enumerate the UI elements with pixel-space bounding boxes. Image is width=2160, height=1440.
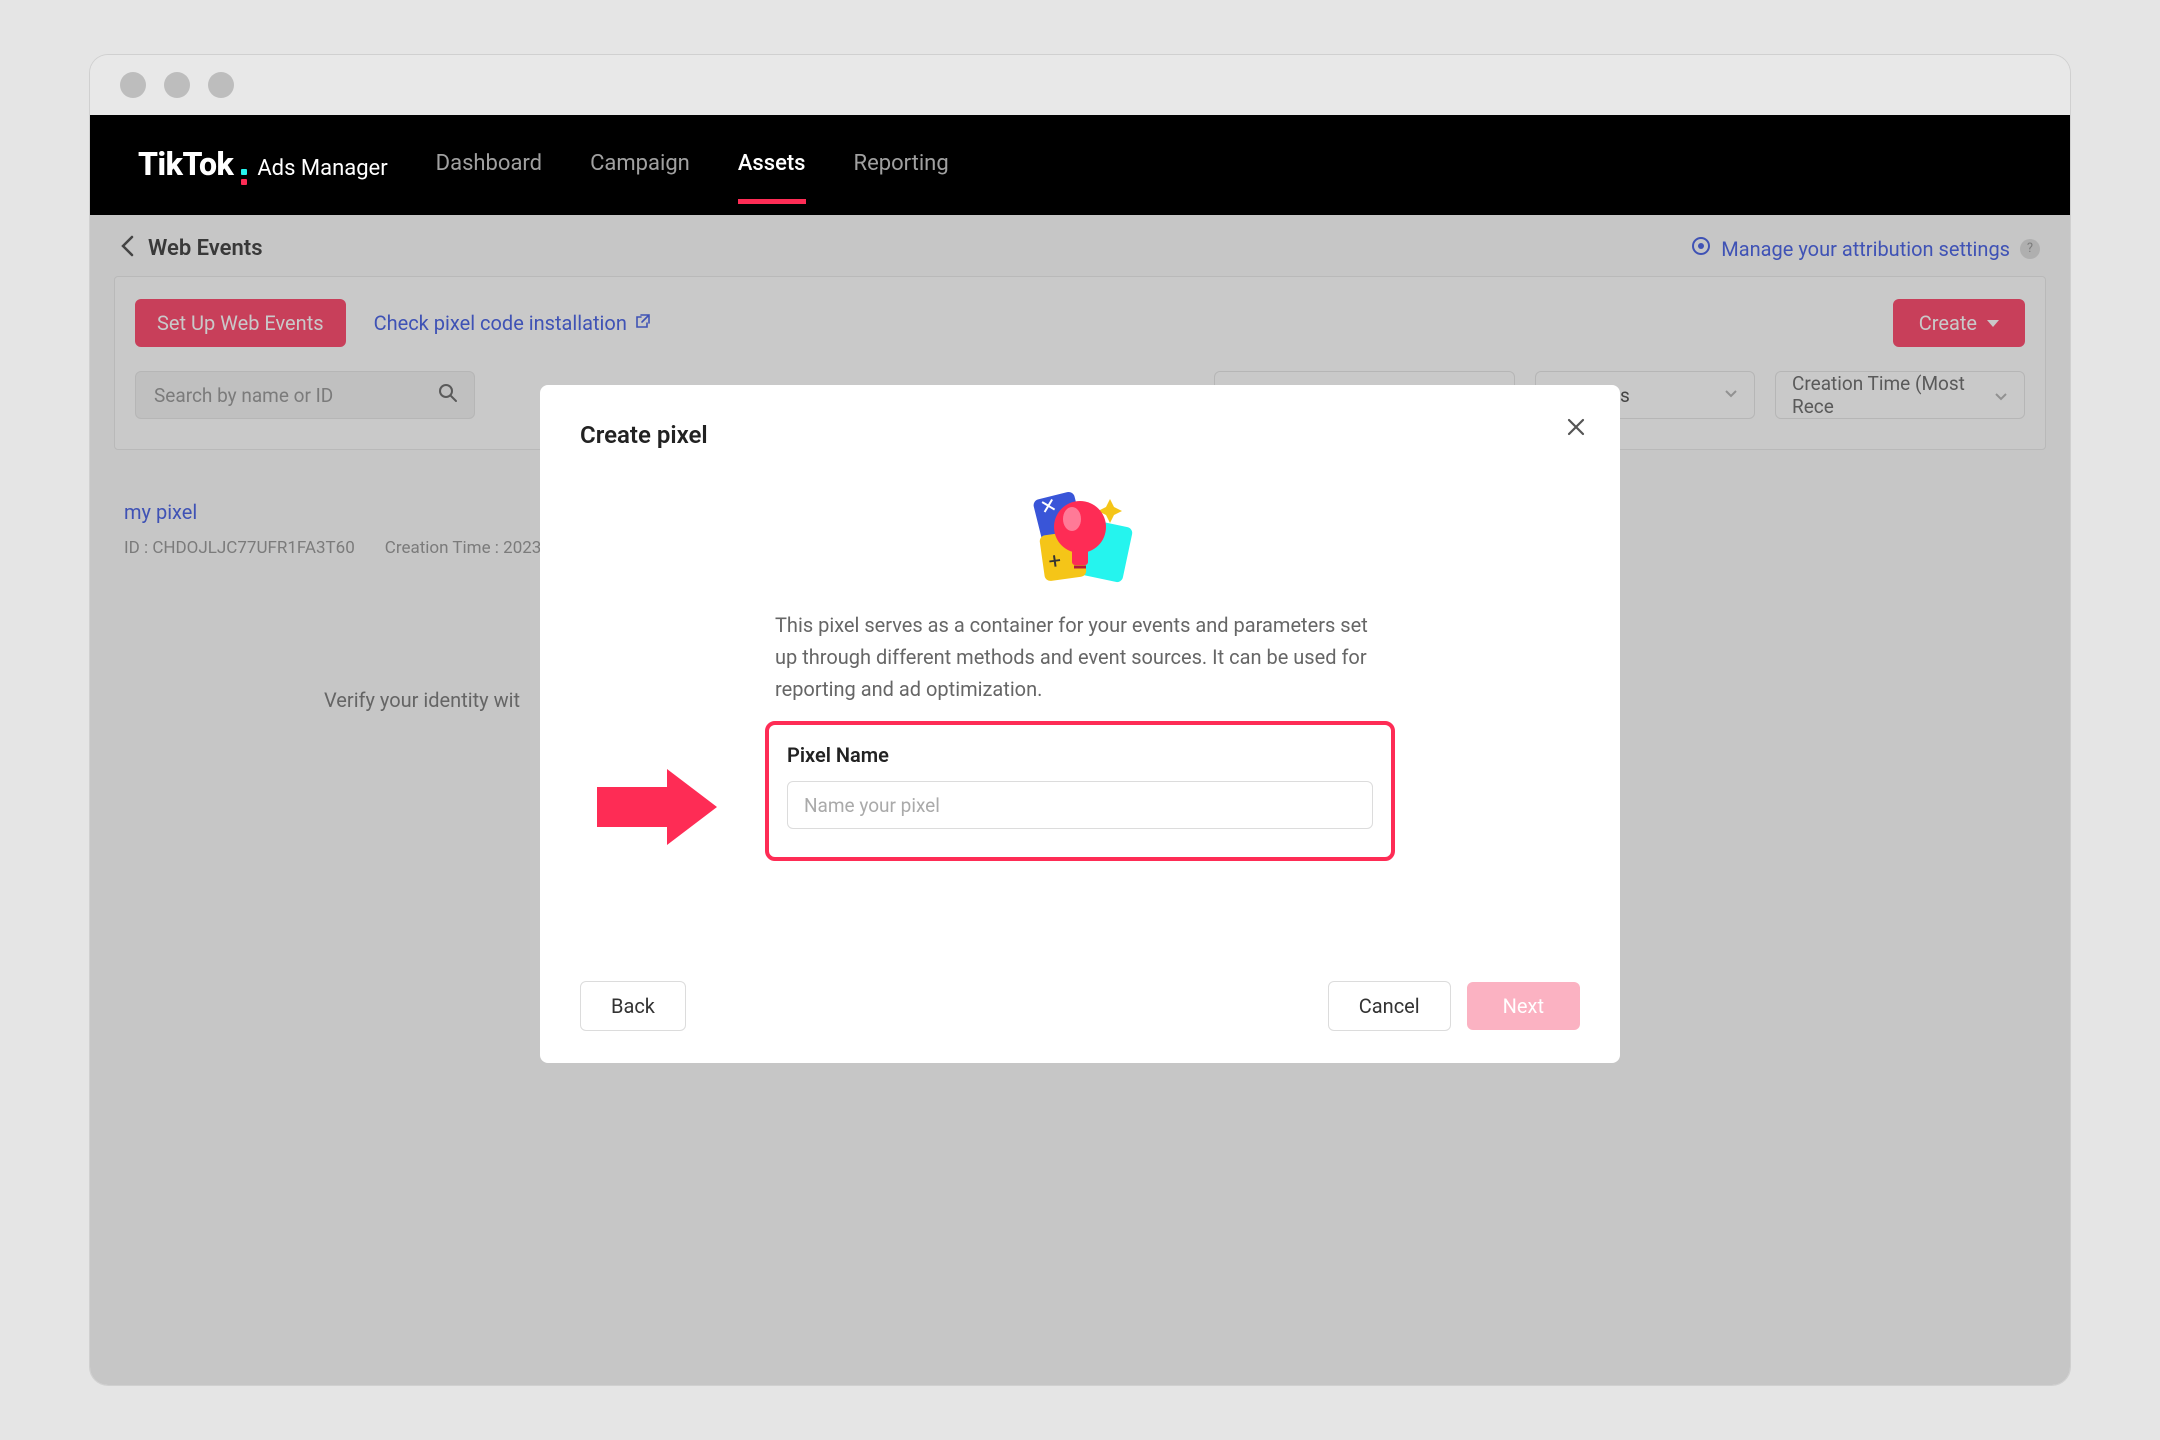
lightbulb-cards-icon: ✕ + (1020, 477, 1140, 587)
pixel-name-label: Pixel Name (787, 743, 1373, 767)
nav-dashboard[interactable]: Dashboard (436, 151, 542, 180)
close-icon (1566, 415, 1586, 443)
logo: TikTok Ads Manager (138, 145, 388, 185)
logo-sub: Ads Manager (257, 156, 387, 181)
modal-close-button[interactable] (1566, 415, 1586, 443)
logo-brand: TikTok (138, 145, 233, 183)
pixel-name-input[interactable] (787, 781, 1373, 829)
arrow-annotation-icon (597, 769, 717, 849)
window-titlebar (90, 55, 2070, 115)
window-dot-3 (208, 72, 234, 98)
modal-graphic: ✕ + (580, 477, 1580, 587)
back-button[interactable]: Back (580, 981, 686, 1031)
nav-items: Dashboard Campaign Assets Reporting (436, 151, 949, 180)
logo-colon-icon (241, 169, 247, 185)
window-dot-1 (120, 72, 146, 98)
modal-description: This pixel serves as a container for you… (775, 609, 1385, 705)
browser-frame: TikTok Ads Manager Dashboard Campaign As… (90, 55, 2070, 1385)
next-button[interactable]: Next (1467, 982, 1580, 1030)
nav-campaign[interactable]: Campaign (590, 151, 690, 180)
modal-overlay: Create pixel ✕ + (90, 215, 2070, 1385)
window-dot-2 (164, 72, 190, 98)
app-container: TikTok Ads Manager Dashboard Campaign As… (90, 115, 2070, 1385)
create-pixel-modal: Create pixel ✕ + (540, 385, 1620, 1063)
top-nav: TikTok Ads Manager Dashboard Campaign As… (90, 115, 2070, 215)
pixel-name-highlight: Pixel Name (765, 721, 1395, 861)
nav-reporting[interactable]: Reporting (854, 151, 949, 180)
modal-title: Create pixel (580, 421, 1580, 449)
modal-footer: Back Cancel Next (580, 981, 1580, 1031)
cancel-button[interactable]: Cancel (1328, 981, 1451, 1031)
nav-assets[interactable]: Assets (738, 151, 806, 180)
